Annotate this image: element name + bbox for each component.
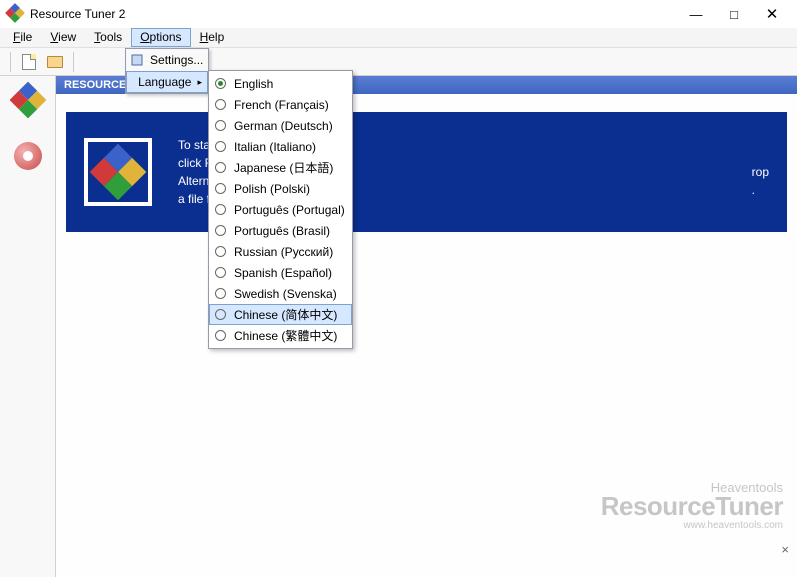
menu-options[interactable]: Options [131, 28, 190, 47]
window-title: Resource Tuner 2 [30, 7, 677, 21]
language-dropdown: English French (Français) German (Deutsch)… [208, 70, 353, 349]
radio-icon [215, 120, 226, 131]
menu-bar: File View Tools Options Help [0, 28, 797, 48]
radio-icon [215, 162, 226, 173]
submenu-arrow-icon: ▸ [197, 77, 202, 88]
options-dropdown: Settings... Language ▸ [125, 48, 209, 94]
app-icon [8, 6, 24, 22]
menu-file[interactable]: File [4, 28, 41, 47]
language-label: Chinese (繁體中文) [234, 327, 337, 344]
close-button[interactable]: ✕ [753, 3, 791, 25]
radio-icon [215, 267, 226, 278]
sidebar-resource-button[interactable] [10, 82, 46, 118]
maximize-button[interactable]: □ [715, 3, 753, 25]
window-controls: — □ ✕ [677, 3, 791, 25]
radio-icon [215, 204, 226, 215]
language-option[interactable]: Chinese (繁體中文) [209, 325, 352, 346]
language-option[interactable]: Japanese (日本語) [209, 157, 352, 178]
radio-icon [215, 99, 226, 110]
main-panel: RESOURCE To start click F Alterna a file… [56, 76, 797, 577]
radio-icon [215, 330, 226, 341]
language-option[interactable]: Polish (Polski) [209, 178, 352, 199]
radio-icon [215, 183, 226, 194]
watermark-product: ResourceTuner [601, 491, 783, 522]
welcome-line: rop [752, 163, 769, 181]
language-label: French (Français) [234, 98, 329, 112]
language-label: Português (Brasil) [234, 224, 330, 238]
radio-icon [215, 78, 226, 89]
language-label: Russian (Русский) [234, 245, 333, 259]
radio-icon [215, 141, 226, 152]
radio-icon [215, 288, 226, 299]
language-label: Swedish (Svenska) [234, 287, 337, 301]
sidebar-settings-button[interactable] [10, 138, 46, 174]
welcome-logo [84, 138, 152, 206]
language-label: Italian (Italiano) [234, 140, 316, 154]
menu-help[interactable]: Help [191, 28, 234, 47]
minimize-button[interactable]: — [677, 3, 715, 25]
sidebar [0, 76, 56, 577]
welcome-panel: To start click F Alterna a file f rop . [66, 112, 787, 232]
language-label: Japanese (日本語) [234, 159, 333, 176]
watermark: Heaventools ResourceTuner www.heaventool… [601, 480, 783, 531]
language-label: Português (Portugal) [234, 203, 345, 217]
language-label: Polish (Polski) [234, 182, 310, 196]
language-label: English [234, 77, 273, 91]
toolbar: ? [0, 48, 797, 76]
language-label: Chinese (简体中文) [234, 306, 337, 323]
language-option[interactable]: Spanish (Español) [209, 262, 352, 283]
new-file-icon [22, 54, 36, 70]
toolbar-separator [10, 52, 11, 72]
title-bar: Resource Tuner 2 — □ ✕ [0, 0, 797, 28]
dropdown-label: Language [138, 75, 191, 89]
language-option[interactable]: Russian (Русский) [209, 241, 352, 262]
dropdown-label: Settings... [150, 53, 203, 67]
language-option[interactable]: Italian (Italiano) [209, 136, 352, 157]
language-option[interactable]: French (Français) [209, 94, 352, 115]
options-language-item[interactable]: Language ▸ [126, 71, 208, 93]
toolbar-separator [73, 52, 74, 72]
welcome-line: . [752, 181, 769, 199]
language-option[interactable]: Swedish (Svenska) [209, 283, 352, 304]
language-option[interactable]: Português (Brasil) [209, 220, 352, 241]
new-file-button[interactable] [17, 50, 41, 74]
open-file-button[interactable] [43, 50, 67, 74]
radio-icon [215, 246, 226, 257]
language-label: Spanish (Español) [234, 266, 332, 280]
workspace: RESOURCE To start click F Alterna a file… [0, 76, 797, 577]
language-option[interactable]: German (Deutsch) [209, 115, 352, 136]
welcome-text-right: rop . [752, 163, 769, 199]
settings-icon [130, 53, 144, 67]
radio-icon [215, 309, 226, 320]
menu-view[interactable]: View [41, 28, 85, 47]
folder-icon [47, 56, 63, 68]
radio-icon [215, 225, 226, 236]
gear-icon [14, 142, 42, 170]
options-settings-item[interactable]: Settings... [126, 49, 208, 71]
language-option[interactable]: Português (Portugal) [209, 199, 352, 220]
language-option[interactable]: English [209, 73, 352, 94]
menu-tools[interactable]: Tools [85, 28, 131, 47]
language-label: German (Deutsch) [234, 119, 333, 133]
language-option[interactable]: Chinese (简体中文) [209, 304, 352, 325]
panel-close-icon[interactable]: × [781, 542, 789, 557]
